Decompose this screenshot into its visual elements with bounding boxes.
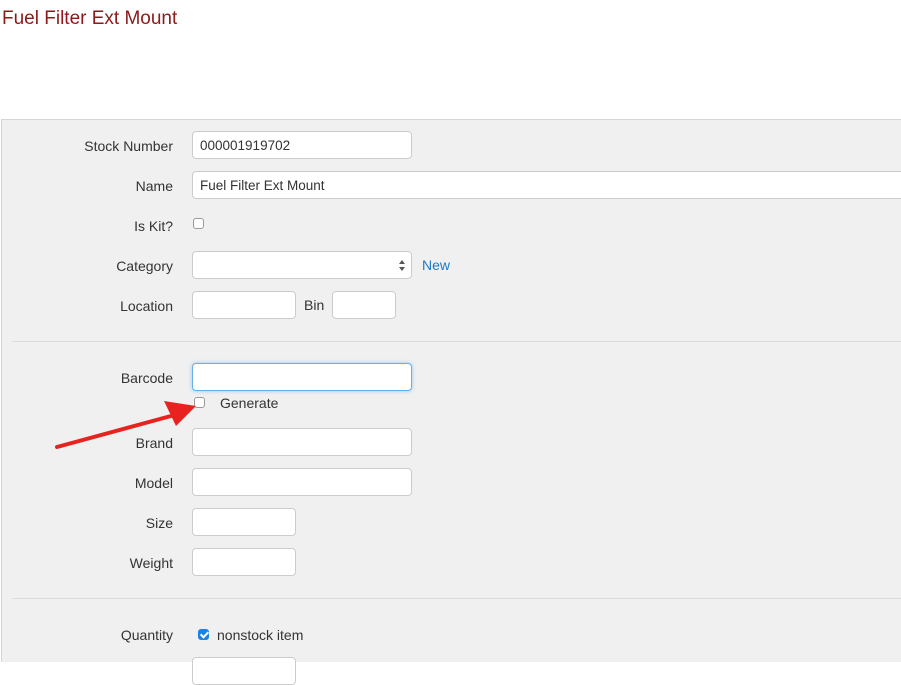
generate-barcode-checkbox[interactable]	[194, 397, 205, 408]
location-input[interactable]	[192, 291, 296, 319]
location-label: Location	[120, 298, 173, 314]
category-label: Category	[116, 258, 173, 274]
brand-label: Brand	[135, 435, 173, 451]
section-divider	[12, 598, 901, 599]
stock-number-label: Stock Number	[84, 138, 173, 154]
category-select[interactable]	[192, 251, 412, 279]
select-arrows-icon	[399, 260, 405, 271]
stock-number-input[interactable]	[192, 131, 412, 159]
is-kit-checkbox[interactable]	[193, 218, 204, 229]
weight-input[interactable]	[192, 548, 296, 576]
item-form-panel: Stock Number Name Is Kit? Category New L…	[1, 119, 901, 685]
model-input[interactable]	[192, 468, 412, 496]
new-category-link[interactable]: New	[422, 255, 450, 275]
name-input[interactable]	[192, 171, 901, 199]
nonstock-item-label: nonstock item	[217, 627, 304, 643]
barcode-input[interactable]	[192, 363, 412, 391]
bin-input[interactable]	[332, 291, 396, 319]
page-title: Fuel Filter Ext Mount	[2, 8, 178, 29]
quantity-input[interactable]	[192, 657, 296, 685]
barcode-label: Barcode	[120, 370, 173, 386]
is-kit-label: Is Kit?	[134, 218, 173, 234]
bin-label: Bin	[304, 297, 325, 313]
generate-barcode-label: Generate	[220, 395, 279, 411]
weight-label: Weight	[129, 555, 173, 571]
section-divider	[12, 341, 901, 342]
nonstock-item-checkbox[interactable]	[198, 629, 209, 640]
model-label: Model	[134, 475, 173, 491]
name-label: Name	[135, 178, 173, 194]
size-label: Size	[145, 515, 173, 531]
quantity-label: Quantity	[120, 627, 173, 643]
size-input[interactable]	[192, 508, 296, 536]
brand-input[interactable]	[192, 428, 412, 456]
